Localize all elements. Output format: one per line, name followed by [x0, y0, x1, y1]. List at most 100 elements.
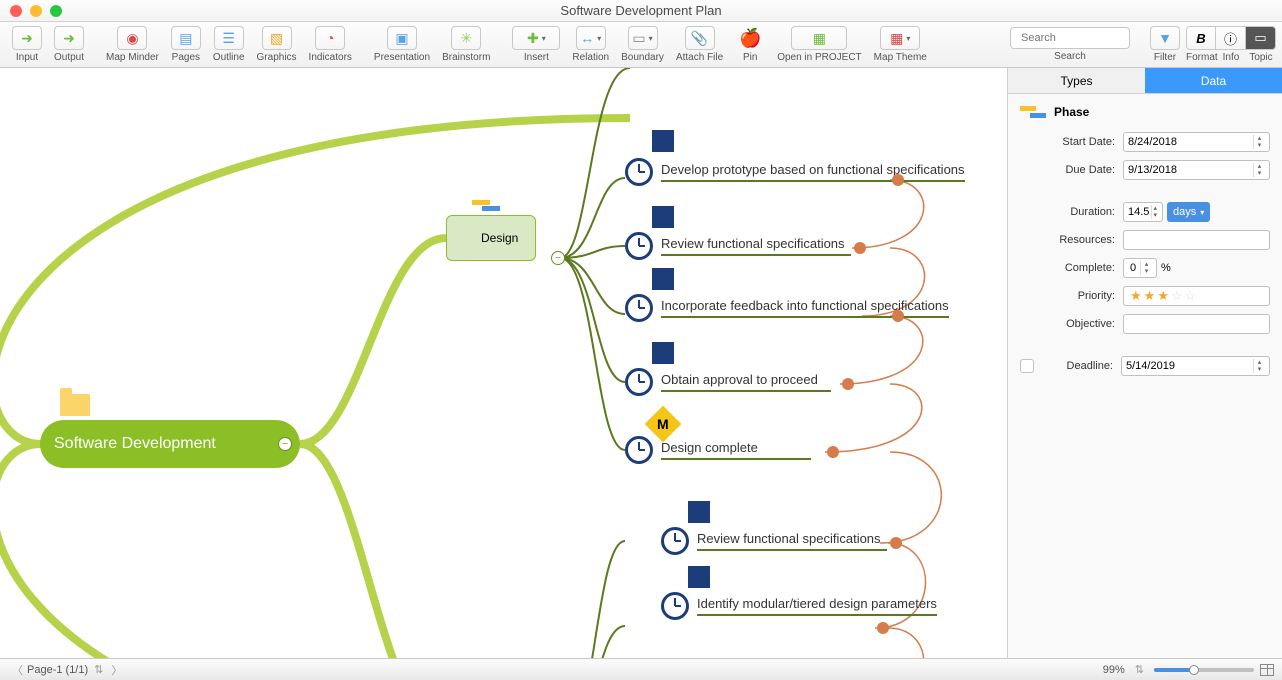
prev-page-button[interactable]: 〈	[12, 662, 23, 678]
topic-button[interactable]: ▭	[1246, 26, 1276, 50]
objective-input[interactable]	[1123, 314, 1270, 334]
duration-label: Duration:	[1020, 206, 1115, 218]
stepper-icon[interactable]	[1140, 261, 1152, 275]
pin-button[interactable]: 🍎Pin	[729, 23, 771, 67]
objective-label: Objective:	[1020, 318, 1115, 330]
root-label: Software Development	[54, 435, 216, 453]
tab-types[interactable]: Types	[1008, 68, 1145, 94]
relation-endpoint-icon	[827, 446, 839, 458]
topic-node[interactable]: Review functional specifications	[625, 232, 851, 260]
stepper-icon[interactable]	[1253, 163, 1265, 177]
page-stepper[interactable]: ⇅	[94, 663, 103, 676]
clock-icon	[652, 206, 674, 228]
topic-label: Review functional specifications	[661, 236, 851, 256]
topic-node[interactable]: Review functional specifications	[661, 527, 887, 555]
input-button[interactable]: ➜Input	[6, 23, 48, 67]
map-minder-button[interactable]: ◉Map Minder	[100, 23, 165, 67]
priority-stars[interactable]: ★ ★ ★ ☆ ☆	[1123, 286, 1270, 306]
info-button[interactable]: ⓘ	[1216, 26, 1246, 50]
insert-button[interactable]: ✚Insert	[506, 23, 566, 67]
filter-button[interactable]: ▼Filter	[1144, 23, 1186, 67]
open-in-project-button[interactable]: ▦Open in PROJECT	[771, 23, 867, 67]
clock-icon	[661, 527, 689, 555]
sidebar-panel: Types Data Phase Start Date: 8/24/2018 D…	[1007, 68, 1282, 658]
root-topic[interactable]: Software Development	[40, 420, 300, 468]
presentation-button[interactable]: ▣Presentation	[368, 23, 436, 67]
clock-icon	[625, 232, 653, 260]
duration-input[interactable]: 14.5	[1123, 202, 1163, 222]
clock-icon	[652, 342, 674, 364]
deadline-input[interactable]: 5/14/2019	[1121, 356, 1270, 376]
clock-icon	[688, 501, 710, 523]
search-input[interactable]	[1010, 27, 1130, 49]
collapse-toggle[interactable]: −	[278, 437, 292, 451]
title-bar: Software Development Plan	[0, 0, 1282, 22]
due-date-label: Due Date:	[1020, 164, 1115, 176]
relation-endpoint-icon	[877, 622, 889, 634]
attach-file-button[interactable]: 📎Attach File	[670, 23, 729, 67]
percent-label: %	[1161, 262, 1171, 274]
clock-icon	[652, 130, 674, 152]
phase-icon	[1020, 104, 1048, 120]
stepper-icon[interactable]	[1253, 359, 1265, 373]
boundary-button[interactable]: ▭Boundary	[615, 23, 670, 67]
outline-button[interactable]: ☰Outline	[207, 23, 251, 67]
deadline-checkbox[interactable]	[1020, 359, 1034, 373]
collapse-toggle[interactable]: −	[551, 251, 565, 265]
stepper-icon[interactable]	[1253, 135, 1265, 149]
map-theme-button[interactable]: ▦Map Theme	[868, 23, 933, 67]
clock-icon	[688, 566, 710, 588]
format-button[interactable]: B	[1186, 26, 1216, 50]
graphics-button[interactable]: ▧Graphics	[251, 23, 303, 67]
relation-button[interactable]: ↔Relation	[566, 23, 615, 67]
topic-label: Design complete	[661, 440, 811, 460]
duration-unit-select[interactable]: days	[1167, 202, 1210, 222]
clock-icon	[661, 592, 689, 620]
clock-icon	[625, 368, 653, 396]
topic-node[interactable]: Design complete	[625, 436, 811, 464]
stepper-icon[interactable]	[1151, 205, 1158, 219]
start-date-label: Start Date:	[1020, 136, 1115, 148]
resources-input[interactable]	[1123, 230, 1270, 250]
priority-label: Priority:	[1020, 290, 1115, 302]
resources-label: Resources:	[1020, 234, 1115, 246]
folder-icon	[60, 394, 90, 416]
topic-label: Develop prototype based on functional sp…	[661, 162, 965, 182]
topic-label: Review functional specifications	[697, 531, 887, 551]
star-icon[interactable]: ★	[1157, 288, 1169, 304]
pages-button[interactable]: ▤Pages	[165, 23, 207, 67]
phase-label: Design	[481, 231, 518, 245]
next-page-button[interactable]: 〉	[111, 662, 122, 678]
relation-endpoint-icon	[890, 537, 902, 549]
window-title: Software Development Plan	[0, 3, 1282, 18]
star-icon[interactable]: ★	[1130, 288, 1142, 304]
grid-icon[interactable]	[1260, 664, 1274, 676]
zoom-value: 99%	[1103, 664, 1125, 676]
toolbar: ➜Input ➜Output ◉Map Minder ▤Pages ☰Outli…	[0, 22, 1282, 68]
zoom-slider[interactable]	[1154, 668, 1254, 672]
search-label: Search	[1054, 51, 1086, 62]
clock-icon	[625, 436, 653, 464]
zoom-stepper[interactable]: ⇅	[1135, 663, 1144, 676]
topic-label: Incorporate feedback into functional spe…	[661, 298, 949, 318]
clock-icon	[455, 225, 481, 251]
design-phase-node[interactable]: Design	[446, 215, 536, 261]
star-icon[interactable]: ☆	[1171, 288, 1183, 304]
topic-node[interactable]: Identify modular/tiered design parameter…	[661, 592, 937, 620]
start-date-input[interactable]: 8/24/2018	[1123, 132, 1270, 152]
clock-icon	[625, 158, 653, 186]
mindmap-canvas[interactable]: Software Development − Design − Developm…	[0, 68, 1007, 658]
topic-label: Identify modular/tiered design parameter…	[697, 596, 937, 616]
star-icon[interactable]: ★	[1144, 288, 1156, 304]
star-icon[interactable]: ☆	[1185, 288, 1197, 304]
indicators-button[interactable]: ◔Indicators	[303, 23, 358, 67]
topic-label: Obtain approval to proceed	[661, 372, 831, 392]
due-date-input[interactable]: 9/13/2018	[1123, 160, 1270, 180]
tab-data[interactable]: Data	[1145, 68, 1282, 94]
complete-input[interactable]: 0	[1123, 258, 1157, 278]
topic-node[interactable]: Develop prototype based on functional sp…	[625, 158, 965, 186]
brainstorm-button[interactable]: ✳Brainstorm	[436, 23, 496, 67]
output-button[interactable]: ➜Output	[48, 23, 90, 67]
topic-node[interactable]: Obtain approval to proceed	[625, 368, 831, 396]
relation-endpoint-icon	[892, 174, 904, 186]
